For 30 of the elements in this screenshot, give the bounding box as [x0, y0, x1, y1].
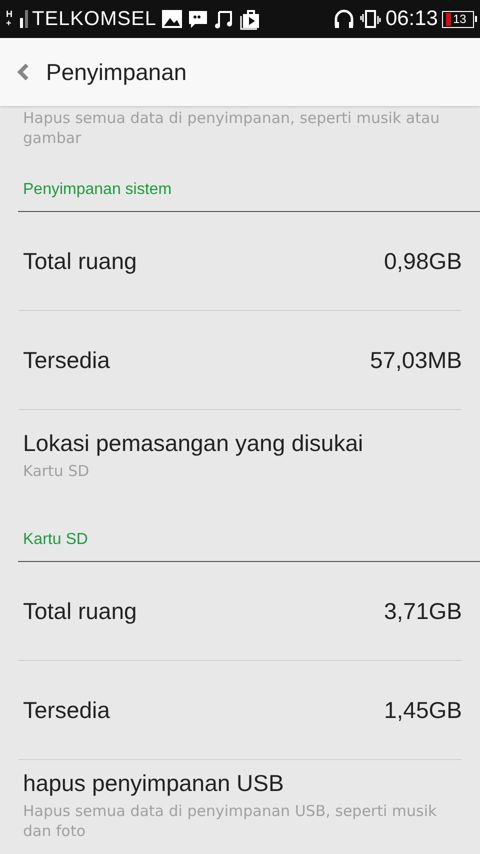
media-bag-icon — [238, 8, 261, 30]
image-icon — [160, 8, 183, 30]
row-value: 0,98GB — [384, 248, 462, 274]
battery-indicator: 13 — [442, 10, 474, 28]
setting-item[interactable]: Lokasi pemasangan yang disukai Kartu SD — [23, 410, 462, 500]
row-value: 57,03MB — [370, 346, 462, 374]
chat-icon — [186, 8, 209, 30]
item-title: hapus penyimpanan USB — [23, 770, 285, 796]
item-summary: Hapus semua data di penyimpanan, seperti musik atau gambar — [23, 108, 441, 148]
item-summary: Hapus semua data di penyimpanan USB, seperti musik dan foto — [23, 800, 438, 840]
network-type: H+ — [6, 10, 14, 28]
clock: 06:13 — [385, 7, 438, 31]
row-label: Tersedia — [23, 346, 110, 374]
screen-title: Penyimpanan — [46, 58, 187, 86]
back-icon[interactable] — [16, 62, 30, 82]
music-icon — [212, 8, 235, 30]
item-title: Lokasi pemasangan yang disukai — [23, 430, 364, 456]
signal-icon — [20, 10, 28, 28]
carrier-name: TELKOMSEL — [32, 8, 157, 30]
row-value: 3,71GB — [384, 598, 462, 624]
row-label: Tersedia — [23, 696, 110, 724]
section-header: Penyimpanan sistem — [18, 150, 480, 212]
section-header: Kartu SD — [18, 500, 480, 562]
row-label: Total ruang — [23, 248, 137, 274]
item-summary: Kartu SD — [23, 460, 90, 480]
vibrate-icon — [359, 8, 382, 30]
headphones-icon — [333, 8, 356, 30]
setting-item[interactable]: hapus penyimpanan USB Hapus semua data di penyimpanan USB, seperti musik dan foto — [23, 760, 462, 850]
row-value: 1,45GB — [384, 696, 462, 724]
row-label: Total ruang — [23, 598, 137, 624]
